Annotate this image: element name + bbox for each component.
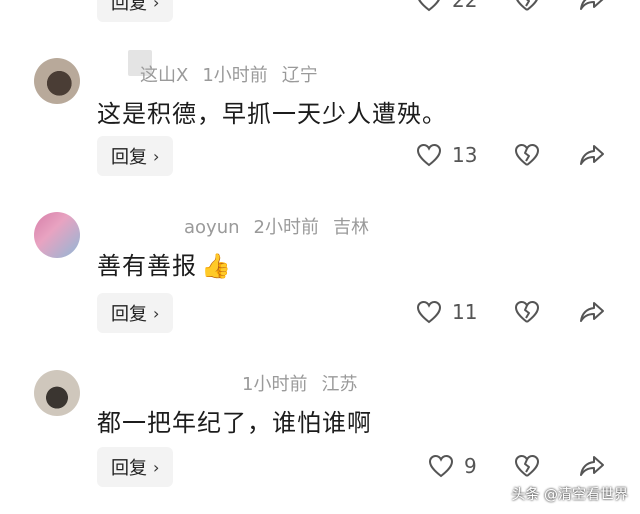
- like-button[interactable]: 11: [416, 300, 477, 324]
- broken-heart-icon: [515, 144, 539, 166]
- share-icon: [580, 456, 604, 476]
- location: 辽宁: [281, 65, 318, 86]
- dislike-button[interactable]: [514, 454, 540, 482]
- comment-text: 善有善报 👍: [97, 246, 232, 281]
- reply-button[interactable]: 回复 ›: [97, 136, 174, 176]
- comment-text: 这是积德，早抓一天少人遭殃。: [97, 100, 447, 128]
- comment-meta: 这山X 1小时前 辽宁: [140, 61, 332, 87]
- reply-button[interactable]: 回复 ›: [97, 293, 174, 333]
- comment-meta: 1小时前 江苏: [228, 370, 371, 396]
- comment-text-body: 善有善报: [97, 252, 197, 280]
- heart-icon: [418, 0, 440, 12]
- broken-heart-icon: [515, 455, 539, 477]
- reply-button[interactable]: 回复 ›: [97, 0, 174, 22]
- share-button[interactable]: [578, 0, 606, 16]
- like-button[interactable]: 9: [428, 454, 477, 478]
- heart-icon: [416, 143, 442, 167]
- reply-label: 回复: [111, 147, 147, 168]
- timestamp: 2小时前: [253, 217, 319, 238]
- chevron-right-icon: ›: [153, 303, 160, 323]
- heart-icon: [428, 454, 454, 478]
- thumbs-up-emoji: 👍: [201, 252, 232, 280]
- comment-meta: aoyun 2小时前 吉林: [184, 213, 383, 239]
- heart-icon: [416, 300, 442, 324]
- location: 吉林: [332, 217, 369, 238]
- avatar[interactable]: [34, 370, 80, 416]
- comment-text: 都一把年纪了，谁怕谁啊: [97, 409, 372, 437]
- share-icon: [580, 0, 604, 10]
- username[interactable]: 这山X: [140, 65, 188, 86]
- share-icon: [580, 302, 604, 322]
- avatar[interactable]: [34, 58, 80, 104]
- like-count: 22: [452, 0, 478, 12]
- share-button[interactable]: [578, 143, 606, 171]
- like-count: 11: [452, 300, 478, 324]
- chevron-right-icon: ›: [153, 0, 160, 12]
- dislike-button[interactable]: [514, 143, 540, 171]
- avatar[interactable]: [34, 212, 80, 258]
- timestamp: 1小时前: [242, 374, 308, 395]
- watermark: 头条 @清空看世界: [511, 487, 628, 503]
- reply-label: 回复: [111, 0, 147, 14]
- broken-heart-icon: [516, 0, 538, 11]
- share-button[interactable]: [578, 300, 606, 328]
- dislike-button[interactable]: [514, 300, 540, 328]
- like-count: 9: [464, 454, 477, 478]
- like-button[interactable]: 13: [416, 143, 477, 167]
- chevron-right-icon: ›: [153, 146, 160, 166]
- reply-label: 回复: [111, 304, 147, 325]
- chevron-right-icon: ›: [153, 457, 160, 477]
- share-icon: [580, 145, 604, 165]
- like-button[interactable]: 22: [416, 0, 477, 12]
- reply-button[interactable]: 回复 ›: [97, 447, 174, 487]
- username[interactable]: aoyun: [184, 217, 240, 238]
- location: 江苏: [321, 374, 358, 395]
- share-button[interactable]: [578, 454, 606, 482]
- like-count: 13: [452, 143, 478, 167]
- broken-heart-icon: [515, 301, 539, 323]
- dislike-button[interactable]: [514, 0, 540, 16]
- timestamp: 1小时前: [202, 65, 268, 86]
- reply-label: 回复: [111, 458, 147, 479]
